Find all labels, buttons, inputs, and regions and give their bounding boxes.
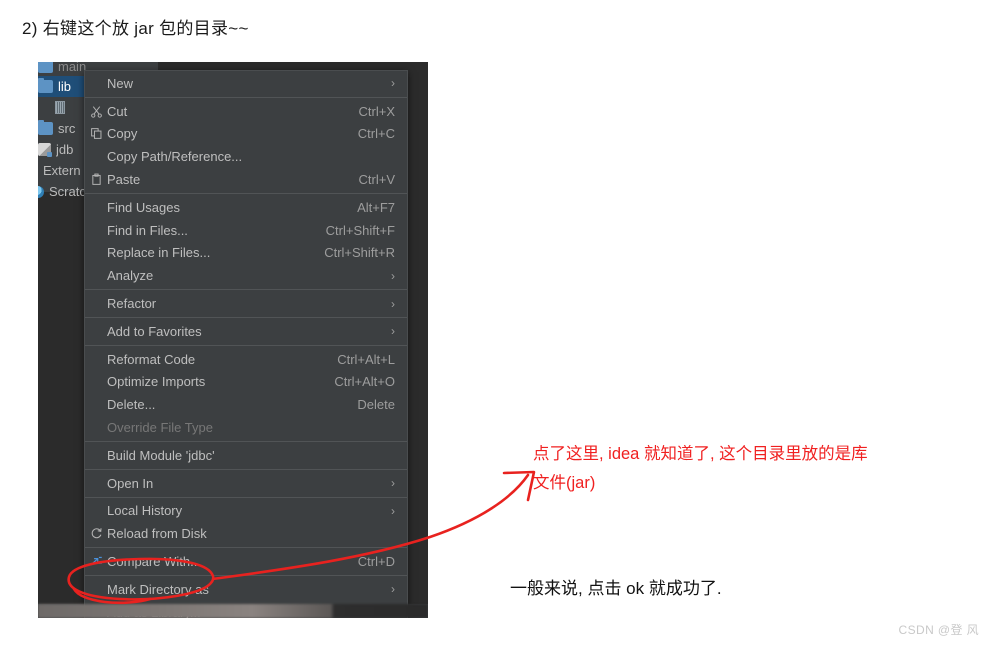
menu-item-label: Analyze [107,268,154,284]
menu-item-analyze[interactable]: Analyze › [85,264,407,287]
chevron-right-icon: › [391,76,395,91]
menu-item-label: Copy [107,126,138,142]
menu-item-compare-with[interactable]: Compare With... Ctrl+D [85,550,407,573]
menu-item-label: Paste [107,172,141,188]
menu-item-label: New [107,75,134,91]
annotation-red-note-line2: 文件(jar) [533,474,596,492]
chevron-right-icon: › [391,582,395,597]
menu-item-shortcut: Alt+F7 [357,199,395,215]
menu-item-replace-in-files[interactable]: Replace in Files... Ctrl+Shift+R [85,242,407,265]
chevron-right-icon: › [391,296,395,311]
menu-item-label: Add to Favorites [107,323,202,339]
menu-item-local-history[interactable]: Local History › [85,500,407,523]
menu-item-copy[interactable]: Copy Ctrl+C [85,123,407,146]
reload-icon [85,527,107,540]
menu-item-label: Build Module 'jdbc' [107,447,215,463]
menu-item-label: Reload from Disk [107,526,207,542]
annotation-red-note: 点了这里, idea 就知道了, 这个目录里放的是库 文件(jar) [533,440,983,498]
annotation-red-note-line1: 点了这里, idea 就知道了, 这个目录里放的是库 [533,445,868,463]
menu-item-paste[interactable]: Paste Ctrl+V [85,168,407,191]
paste-icon [85,173,107,186]
menu-item-copy-path-reference[interactable]: Copy Path/Reference... [85,145,407,168]
menu-separator [85,496,407,498]
chevron-right-icon: › [391,503,395,518]
menu-separator [85,289,407,291]
annotation-black-note: 一般来说, 点击 ok 就成功了. [510,579,722,598]
tree-item-label: Extern [43,163,81,178]
menu-item-find-in-files[interactable]: Find in Files... Ctrl+Shift+F [85,219,407,242]
menu-item-delete[interactable]: Delete... Delete [85,393,407,416]
menu-item-label: Local History [107,503,183,519]
menu-item-shortcut: Ctrl+X [358,103,395,119]
menu-separator [85,468,407,470]
menu-separator [85,96,407,98]
menu-separator [85,440,407,442]
menu-item-label: Delete... [107,397,156,413]
folder-icon [38,120,53,135]
menu-item-open-in[interactable]: Open In › [85,472,407,495]
menu-item-label: Open In [107,475,154,491]
menu-item-shortcut: Ctrl+C [357,126,395,142]
module-icon [38,143,52,157]
folder-icon [38,78,53,93]
watermark: CSDN @登 风 [898,623,979,637]
jar-file-icon [55,101,65,114]
compare-icon [85,555,107,568]
context-menu[interactable]: New › Cut Ctrl+X Copy Ctrl+C Copy Path/Referen… [84,70,408,618]
chevron-right-icon: › [391,268,395,283]
copy-icon [85,127,107,140]
menu-item-label: Find in Files... [107,222,188,238]
menu-item-shortcut: Ctrl+Alt+O [334,374,395,390]
tree-item-label: lib [58,79,72,94]
menu-item-optimize-imports[interactable]: Optimize Imports Ctrl+Alt+O [85,371,407,394]
annotation-arrowhead [502,470,536,502]
menu-separator [85,344,407,346]
desktop-background-strip [38,604,428,618]
menu-item-label: Find Usages [107,199,180,215]
menu-item-mark-directory-as[interactable]: Mark Directory as › [85,578,407,601]
menu-separator [85,192,407,194]
menu-item-find-usages[interactable]: Find Usages Alt+F7 [85,196,407,219]
menu-item-reformat-code[interactable]: Reformat Code Ctrl+Alt+L [85,348,407,371]
menu-item-shortcut: Ctrl+Alt+L [337,351,395,367]
menu-item-shortcut: Ctrl+Shift+F [325,222,395,238]
menu-item-label: Cut [107,103,128,119]
menu-item-label: Override File Type [107,420,213,436]
menu-separator [85,316,407,318]
tree-item-label: main [58,62,87,74]
menu-item-cut[interactable]: Cut Ctrl+X [85,100,407,123]
menu-item-new[interactable]: New › [85,72,407,95]
menu-item-shortcut: Ctrl+Shift+R [324,245,395,261]
tree-item-label: jdb [56,142,74,157]
menu-item-label: Optimize Imports [107,374,206,390]
menu-item-label: Compare With... [107,554,201,570]
cut-icon [85,105,107,118]
menu-item-override-file-type: Override File Type [85,416,407,439]
chevron-right-icon: › [391,476,395,491]
menu-item-label: Copy Path/Reference... [107,149,243,165]
menu-separator [85,547,407,549]
ide-screenshot: main lib src jdb Extern Scratch New › Cut C… [38,62,428,618]
chevron-right-icon: › [391,324,395,339]
menu-item-build-module-jdbc[interactable]: Build Module 'jdbc' [85,444,407,467]
menu-item-reload-from-disk[interactable]: Reload from Disk [85,522,407,545]
menu-item-label: Refactor [107,296,157,312]
scratch-icon [38,185,44,198]
menu-item-label: Reformat Code [107,351,196,367]
menu-item-label: Mark Directory as [107,581,209,597]
menu-item-shortcut: Ctrl+D [357,554,395,570]
folder-icon [38,62,53,73]
menu-item-add-to-favorites[interactable]: Add to Favorites › [85,320,407,343]
page-title: 2) 右键这个放 jar 包的目录~~ [22,19,249,38]
tree-item-label: src [58,121,76,136]
menu-item-label: Replace in Files... [107,245,211,261]
menu-item-shortcut: Ctrl+V [358,172,395,188]
menu-separator [85,574,407,576]
menu-item-refactor[interactable]: Refactor › [85,292,407,315]
menu-item-shortcut: Delete [357,397,395,413]
